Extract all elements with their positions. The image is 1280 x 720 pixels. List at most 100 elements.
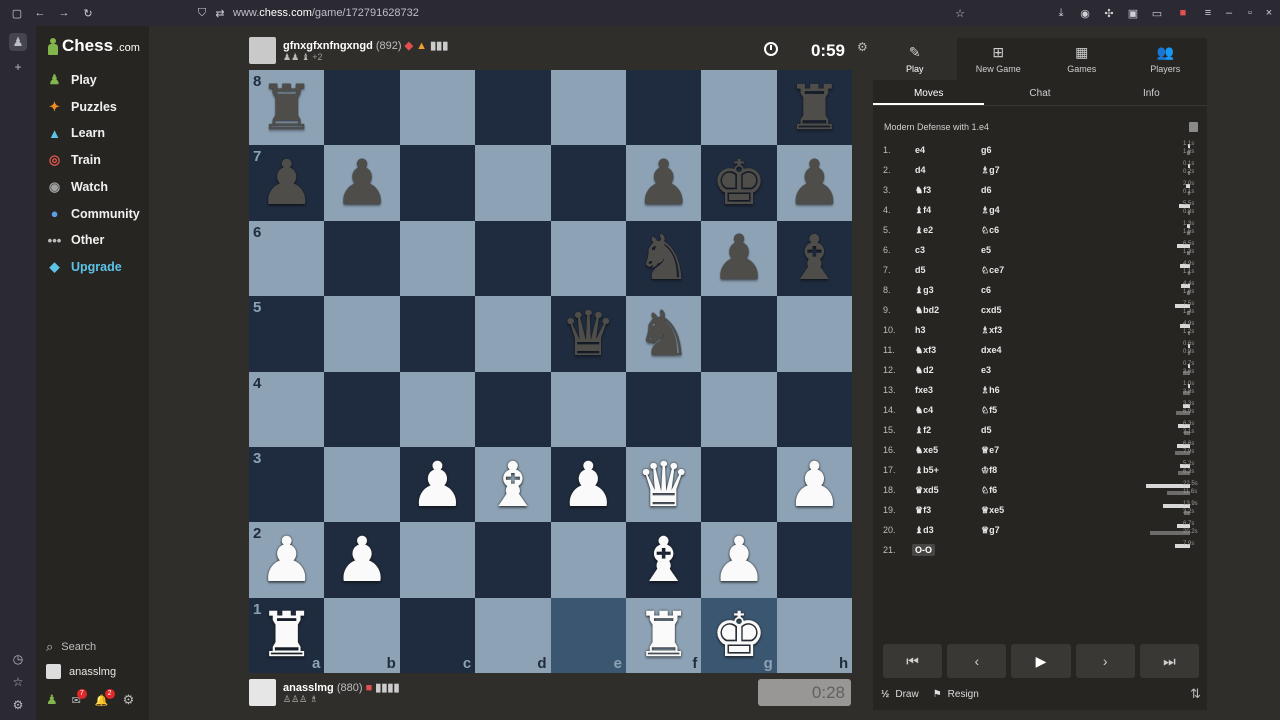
white-move[interactable]: fxe3 bbox=[915, 385, 933, 395]
subtab-moves[interactable]: Moves bbox=[873, 82, 985, 105]
black-pawn-icon[interactable]: ♟ bbox=[636, 152, 692, 214]
tab-games[interactable]: ▦ Games bbox=[1040, 38, 1124, 80]
history-icon[interactable]: ◷ bbox=[9, 650, 27, 668]
first-move-button[interactable]: ⏮ bbox=[883, 644, 943, 678]
white-pawn-icon[interactable]: ♟ bbox=[259, 529, 315, 591]
sidebar-item-upgrade[interactable]: ◆ Upgrade bbox=[46, 256, 122, 278]
square-c2[interactable] bbox=[399, 522, 476, 598]
white-move[interactable]: ♝f4 bbox=[915, 205, 931, 216]
sidebar-item-puzzles[interactable]: ✦ Puzzles bbox=[46, 96, 117, 118]
url-bar[interactable]: www.chess.com/game/172791628732 bbox=[233, 7, 419, 19]
white-move[interactable]: ♞f3 bbox=[915, 185, 931, 196]
settings-icon[interactable]: ⚙ bbox=[9, 696, 27, 714]
black-move[interactable]: cxd5 bbox=[981, 305, 1002, 315]
sidebar-item-play[interactable]: ♟ Play bbox=[46, 69, 97, 91]
black-move[interactable]: ♔f8 bbox=[981, 465, 997, 476]
black-queen-icon[interactable]: ♛ bbox=[560, 302, 616, 365]
square-b3[interactable] bbox=[324, 446, 400, 523]
white-move[interactable]: ♛xd5 bbox=[915, 485, 939, 496]
opening-name[interactable]: Modern Defense with 1.e4 bbox=[884, 122, 989, 132]
close-window-icon[interactable]: × bbox=[1262, 6, 1276, 20]
square-h7[interactable]: ♟ bbox=[776, 145, 853, 221]
menu-icon[interactable]: ≡ bbox=[1201, 6, 1215, 20]
square-d3[interactable]: ♝ bbox=[475, 446, 551, 523]
black-move[interactable]: ♕xe5 bbox=[981, 505, 1004, 516]
black-king-icon[interactable]: ♚ bbox=[711, 152, 767, 214]
chess-tab-icon[interactable]: ♟ bbox=[9, 33, 27, 51]
white-pawn-icon[interactable]: ♟ bbox=[560, 453, 616, 516]
square-f7[interactable]: ♟ bbox=[625, 145, 702, 221]
extensions-icon[interactable]: ✣ bbox=[1102, 6, 1116, 20]
square-b1[interactable]: b bbox=[324, 597, 400, 674]
book-icon[interactable] bbox=[1189, 122, 1198, 132]
subtab-chat[interactable]: Chat bbox=[984, 82, 1095, 105]
square-a2[interactable]: 2 ♟ bbox=[249, 522, 325, 598]
black-move[interactable]: ♗xf3 bbox=[981, 325, 1002, 336]
black-move[interactable]: ♗h6 bbox=[981, 385, 1000, 396]
next-move-button[interactable]: › bbox=[1075, 644, 1135, 678]
square-h1[interactable]: h bbox=[776, 597, 853, 674]
square-b7[interactable]: ♟ bbox=[324, 145, 400, 221]
square-g2[interactable]: ♟ bbox=[701, 522, 777, 598]
sidebar-profile[interactable]: anasslmg bbox=[46, 664, 116, 679]
white-move[interactable]: ♝b5+ bbox=[915, 465, 939, 476]
white-move[interactable]: O-O bbox=[912, 544, 935, 556]
square-c5[interactable] bbox=[399, 296, 476, 372]
friends-icon[interactable]: ♟ bbox=[46, 692, 58, 708]
square-a6[interactable]: 6 bbox=[249, 220, 325, 297]
bookmark-star-icon[interactable]: ☆ bbox=[953, 6, 967, 20]
chess-logo[interactable]: Chess .com bbox=[47, 36, 140, 56]
square-f5[interactable]: ♞ bbox=[625, 296, 702, 372]
square-f4[interactable] bbox=[625, 371, 702, 447]
square-c1[interactable]: c bbox=[399, 597, 476, 674]
white-move[interactable]: ♛f3 bbox=[915, 505, 931, 516]
square-g5[interactable] bbox=[701, 296, 777, 372]
white-move[interactable]: ♝g3 bbox=[915, 285, 934, 296]
square-b6[interactable] bbox=[324, 220, 400, 297]
square-h4[interactable] bbox=[776, 371, 853, 447]
square-g1[interactable]: g ♚ bbox=[701, 597, 777, 674]
restore-icon[interactable]: ▫ bbox=[1243, 6, 1257, 20]
last-move-button[interactable]: ⏭ bbox=[1139, 644, 1200, 678]
white-move[interactable]: c3 bbox=[915, 245, 925, 255]
container-icon[interactable]: ▣ bbox=[1126, 6, 1140, 20]
square-e5[interactable]: ♛ bbox=[550, 296, 626, 372]
sidebar-item-other[interactable]: ••• Other bbox=[46, 229, 105, 251]
square-e4[interactable] bbox=[550, 371, 626, 447]
black-move[interactable]: ♘f5 bbox=[981, 405, 997, 416]
square-h3[interactable]: ♟ bbox=[776, 446, 853, 523]
draw-button[interactable]: Draw bbox=[895, 689, 918, 700]
square-b5[interactable] bbox=[324, 296, 400, 372]
square-f2[interactable]: ♝ bbox=[625, 522, 702, 598]
player-name-row[interactable]: anasslmg (880) ■ ▮▮▮▮ bbox=[283, 681, 400, 694]
square-b4[interactable] bbox=[324, 371, 400, 447]
square-e1[interactable]: e bbox=[550, 597, 626, 674]
sidebar-item-community[interactable]: ● Community bbox=[46, 203, 140, 225]
square-d6[interactable] bbox=[475, 220, 551, 297]
square-a7[interactable]: 7 ♟ bbox=[249, 145, 325, 221]
black-move[interactable]: ♕g7 bbox=[981, 525, 1000, 536]
sidebar-item-watch[interactable]: ◉ Watch bbox=[46, 176, 108, 198]
black-move[interactable]: ♕e7 bbox=[981, 445, 999, 456]
square-d2[interactable] bbox=[475, 522, 551, 598]
square-f8[interactable] bbox=[625, 70, 702, 146]
white-move[interactable]: ♞c4 bbox=[915, 405, 933, 416]
square-e6[interactable] bbox=[550, 220, 626, 297]
black-move[interactable]: dxe4 bbox=[981, 345, 1002, 355]
sidebar-item-learn[interactable]: ▲ Learn bbox=[46, 122, 105, 144]
square-f6[interactable]: ♞ bbox=[625, 220, 702, 297]
white-move[interactable]: d5 bbox=[915, 265, 926, 275]
square-h5[interactable] bbox=[776, 296, 853, 372]
square-e2[interactable] bbox=[550, 522, 626, 598]
mail-icon[interactable]: ✉ 7 bbox=[72, 688, 87, 707]
black-move[interactable]: g6 bbox=[981, 145, 992, 155]
white-move[interactable]: ♞bd2 bbox=[915, 305, 939, 316]
white-bishop-icon[interactable]: ♝ bbox=[636, 529, 692, 591]
white-pawn-icon[interactable]: ♟ bbox=[334, 529, 390, 591]
square-g7[interactable]: ♚ bbox=[701, 145, 777, 221]
square-g8[interactable] bbox=[701, 70, 777, 146]
account-icon[interactable]: ◉ bbox=[1078, 6, 1092, 20]
black-pawn-icon[interactable]: ♟ bbox=[334, 152, 390, 214]
white-move[interactable]: ♝d3 bbox=[915, 525, 934, 536]
opponent-avatar[interactable] bbox=[249, 37, 276, 64]
